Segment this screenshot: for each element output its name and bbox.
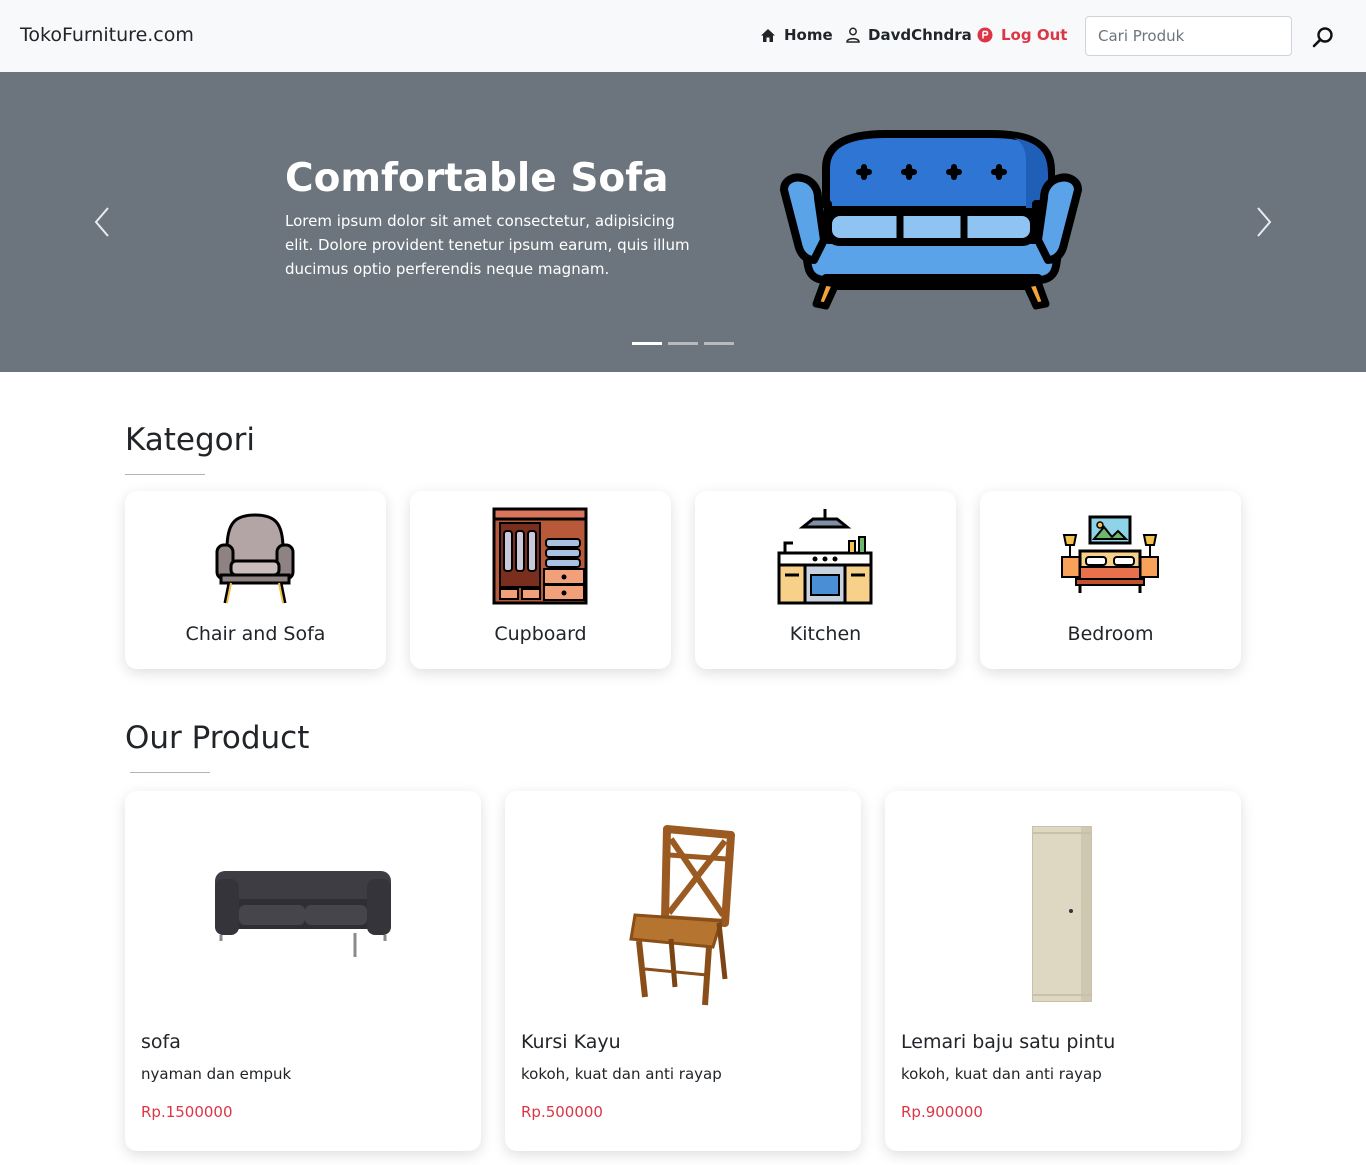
carousel-indicators <box>632 342 734 345</box>
product-name: sofa <box>141 1031 181 1053</box>
user-icon <box>846 27 860 43</box>
hero-text: Lorem ipsum dolor sit amet consectetur, … <box>285 212 690 278</box>
carousel-indicator-2[interactable] <box>668 342 698 345</box>
category-label: Chair and Sofa <box>185 623 326 645</box>
bedroom-icon <box>1061 515 1159 593</box>
logout-icon <box>977 27 993 43</box>
nav-home-link[interactable]: Home <box>760 26 833 44</box>
nav-logout-label: Log Out <box>1001 26 1068 44</box>
carousel-indicator-3[interactable] <box>704 342 734 345</box>
products-divider <box>130 772 210 773</box>
armchair-icon <box>215 513 295 604</box>
category-card-cupboard[interactable]: Cupboard <box>410 491 671 669</box>
product-desc: nyaman dan empuk <box>141 1065 292 1083</box>
category-card-chair-sofa[interactable]: Chair and Sofa <box>125 491 386 669</box>
product-image-sofa <box>215 871 391 957</box>
home-icon <box>761 28 775 42</box>
product-card[interactable]: Lemari baju satu pintu kokoh, kuat dan a… <box>885 791 1241 1151</box>
product-price: Rp.900000 <box>901 1103 983 1121</box>
product-card[interactable]: sofa nyaman dan empuk Rp.1500000 <box>125 791 481 1151</box>
hero-carousel: Comfortable Sofa Lorem ipsum dolor sit a… <box>0 72 1366 372</box>
chevron-left-icon <box>94 207 109 237</box>
search-input[interactable] <box>1085 16 1292 56</box>
carousel-indicator-1[interactable] <box>632 342 662 345</box>
products-title: Our Product <box>125 720 310 756</box>
carousel-next-button[interactable] <box>1250 204 1278 240</box>
category-label: Bedroom <box>1067 623 1154 645</box>
kategori-divider <box>125 474 205 475</box>
product-desc: kokoh, kuat dan anti rayap <box>901 1065 1102 1083</box>
product-desc: kokoh, kuat dan anti rayap <box>521 1065 722 1083</box>
product-name: Lemari baju satu pintu <box>901 1031 1116 1053</box>
search-button[interactable] <box>1310 24 1336 50</box>
navbar: TokoFurniture.com Home DavdChndra Log Ou… <box>0 0 1366 72</box>
product-price: Rp.500000 <box>521 1103 603 1121</box>
cupboard-icon <box>492 507 588 605</box>
nav-user-link[interactable]: DavdChndra <box>846 26 972 44</box>
hero-title: Comfortable Sofa <box>285 156 669 201</box>
sofa-illustration <box>780 130 1082 310</box>
search-icon <box>1312 27 1333 48</box>
nav-user-label: DavdChndra <box>868 26 972 44</box>
kategori-title: Kategori <box>125 422 256 458</box>
nav-logout-link[interactable]: Log Out <box>977 26 1067 44</box>
carousel-prev-button[interactable] <box>88 204 116 240</box>
brand-link[interactable]: TokoFurniture.com <box>20 24 194 46</box>
kitchen-icon <box>777 509 873 605</box>
product-image-chair <box>629 825 735 1006</box>
product-price: Rp.1500000 <box>141 1103 233 1121</box>
category-card-kitchen[interactable]: Kitchen <box>695 491 956 669</box>
nav-home-label: Home <box>784 26 833 44</box>
chevron-right-icon <box>1257 207 1272 237</box>
product-name: Kursi Kayu <box>521 1031 621 1053</box>
product-image-wardrobe <box>1032 826 1092 1002</box>
product-card[interactable]: Kursi Kayu kokoh, kuat dan anti rayap Rp… <box>505 791 861 1151</box>
category-label: Kitchen <box>789 623 862 645</box>
category-card-bedroom[interactable]: Bedroom <box>980 491 1241 669</box>
category-label: Cupboard <box>494 623 587 645</box>
